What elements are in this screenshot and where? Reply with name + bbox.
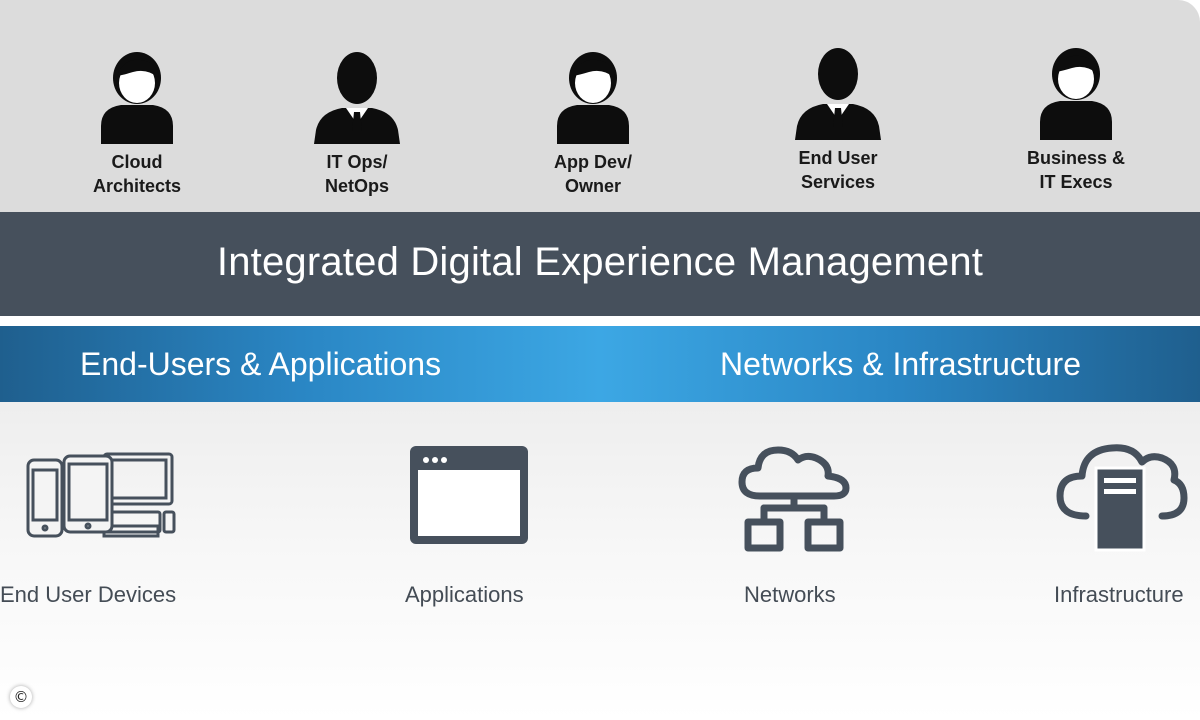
copyright-badge: © — [10, 686, 32, 708]
domain-band: End-Users & Applications Networks & Infr… — [0, 326, 1200, 402]
persona-business-it-execs: Business & IT Execs — [986, 44, 1166, 194]
persona-label: IT Ops/ NetOps — [324, 152, 389, 196]
main-banner: Integrated Digital Experience Management — [0, 212, 1200, 316]
female-user-icon — [1040, 48, 1112, 140]
resource-label-infrastructure: Infrastructure — [1054, 582, 1184, 607]
resource-label-networks: Networks — [744, 582, 836, 607]
persona-cloud-architects: Cloud Architects — [47, 48, 227, 198]
resource-label-applications: Applications — [405, 582, 524, 607]
cloud-server-icon — [1056, 444, 1188, 552]
businessman-icon — [314, 52, 400, 144]
persona-label: Cloud Architects — [92, 152, 182, 196]
female-user-icon — [101, 52, 173, 144]
diagram-canvas: Cloud Architects IT Ops/ NetOps App Dev/… — [0, 0, 1200, 720]
cloud-network-icon — [738, 446, 850, 552]
persona-label: End User Services — [798, 148, 878, 192]
female-user-icon — [557, 52, 629, 144]
persona-it-ops-netops: IT Ops/ NetOps — [267, 48, 447, 198]
persona-label: App Dev/ Owner — [553, 152, 632, 196]
resource-label-end-user-devices: End User Devices — [0, 582, 177, 607]
persona-end-user-services: End User Services — [748, 44, 928, 194]
browser-window-icon — [410, 446, 528, 544]
domain-label-end-users-applications: End-Users & Applications — [80, 346, 442, 382]
resources-section: End User Devices Applications Networks I… — [0, 402, 1200, 720]
persona-label: Business & IT Execs — [1026, 148, 1126, 192]
persona-app-dev-owner: App Dev/ Owner — [503, 48, 683, 198]
personas-band: Cloud Architects IT Ops/ NetOps App Dev/… — [0, 0, 1200, 212]
businessman-icon — [795, 48, 881, 140]
devices-icon — [26, 452, 176, 538]
domain-label-networks-infrastructure: Networks & Infrastructure — [720, 346, 1081, 382]
banner-title: Integrated Digital Experience Management — [216, 239, 984, 284]
